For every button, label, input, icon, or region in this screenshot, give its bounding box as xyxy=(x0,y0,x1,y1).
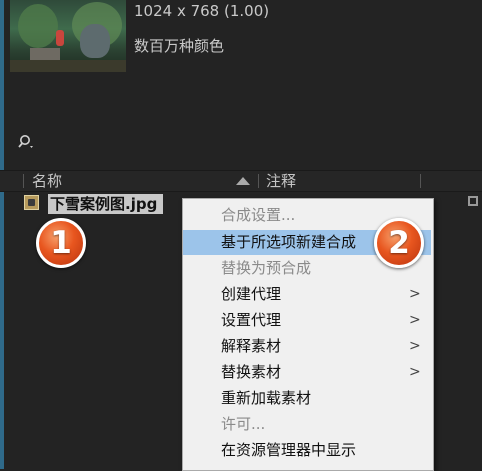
menu-item-create-proxy[interactable]: 创建代理 > xyxy=(183,282,431,307)
step-badge-2: 2 xyxy=(374,218,424,268)
menu-item-license: 许可... xyxy=(221,415,266,433)
thumbnail-bench xyxy=(30,48,60,60)
column-separator[interactable] xyxy=(420,174,421,188)
thumbnail-ground xyxy=(10,60,126,72)
step-badge-1: 1 xyxy=(36,218,86,268)
footage-color-depth: 数百万种颜色 xyxy=(134,37,225,55)
menu-item-set-proxy[interactable]: 设置代理 > xyxy=(183,308,431,333)
thumbnail-figure xyxy=(80,24,110,58)
sort-ascending-icon[interactable] xyxy=(236,177,250,185)
column-name-header[interactable]: 名称 xyxy=(32,171,62,191)
thumbnail-tree xyxy=(18,4,58,48)
project-item-name[interactable]: 下雪案例图.jpg xyxy=(48,194,164,214)
project-column-header: 名称 注释 xyxy=(0,170,482,192)
menu-item-replace-footage[interactable]: 替换素材 > xyxy=(183,360,431,385)
footage-thumbnail xyxy=(10,0,126,72)
column-separator[interactable] xyxy=(23,174,24,188)
chevron-right-icon: > xyxy=(409,286,421,302)
column-separator[interactable] xyxy=(258,174,259,188)
footage-resolution: 1024 x 768 (1.00) xyxy=(134,2,270,20)
footage-type-icon xyxy=(468,196,478,206)
panel-left-border xyxy=(0,0,4,469)
thumbnail-girl xyxy=(56,30,64,46)
chevron-right-icon: > xyxy=(409,312,421,328)
menu-item-reload-footage[interactable]: 重新加载素材 xyxy=(183,386,431,411)
column-notes-header[interactable]: 注释 xyxy=(266,171,296,191)
menu-item-interpret-footage[interactable]: 解释素材 > xyxy=(183,334,431,359)
chevron-right-icon: > xyxy=(409,364,421,380)
menu-item-reveal-in-explorer[interactable]: 在资源管理器中显示 xyxy=(183,438,431,463)
search-icon[interactable] xyxy=(18,134,34,150)
chevron-right-icon: > xyxy=(409,338,421,354)
image-file-icon xyxy=(24,195,39,210)
